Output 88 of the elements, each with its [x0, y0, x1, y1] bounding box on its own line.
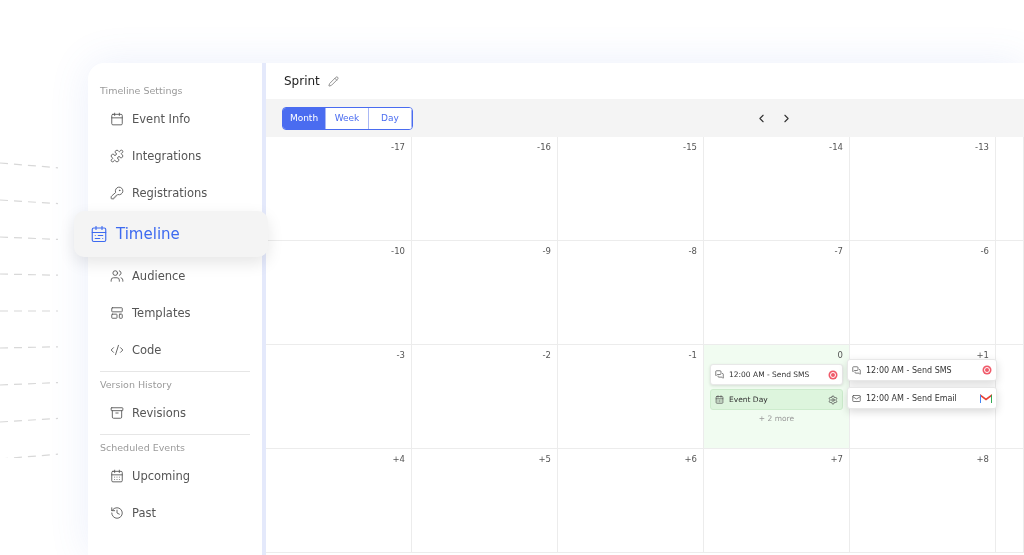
day-number: -3	[396, 350, 405, 360]
sidebar-item-label: Timeline	[116, 225, 180, 243]
day-number: -10	[391, 246, 405, 256]
day-cell[interactable]: -8	[558, 241, 704, 345]
day-number: -17	[391, 142, 405, 152]
edit-icon[interactable]	[327, 75, 339, 87]
day-cell[interactable]: -3	[266, 345, 412, 449]
section-title: Timeline Settings	[100, 85, 184, 96]
target-icon	[828, 369, 838, 380]
day-number: -8	[688, 246, 697, 256]
view-tab[interactable]: Day	[369, 107, 412, 129]
day-cell[interactable]: -13	[850, 137, 996, 241]
day-number: -1	[688, 350, 697, 360]
event-chip[interactable]: 12:00 AM - Send SMS	[847, 359, 997, 381]
sidebar-item-label: Upcoming	[132, 468, 191, 483]
sidebar-item-label: Registrations	[132, 185, 208, 200]
day-cell[interactable]: -9	[412, 241, 558, 345]
view-tab[interactable]: Week	[326, 107, 369, 129]
sidebar-item-label: Audience	[132, 268, 186, 283]
sidebar-item[interactable]: Audience	[100, 257, 250, 294]
archive-icon	[110, 405, 124, 420]
sidebar-item-label: Event Info	[132, 111, 191, 126]
day-cell[interactable]: -6	[850, 241, 996, 345]
day-number: -2	[542, 350, 551, 360]
settings-icon[interactable]	[828, 394, 838, 405]
day-number: -7	[834, 246, 843, 256]
day-number: -16	[537, 142, 551, 152]
day-cell[interactable]: +7	[704, 449, 850, 553]
day-number: +5	[538, 454, 551, 464]
day-cell[interactable]: -15	[558, 137, 704, 241]
chat-icon	[715, 370, 724, 379]
sidebar-item[interactable]: Past	[100, 494, 250, 531]
day-number: -9	[542, 246, 551, 256]
day-cell[interactable]: +6	[558, 449, 704, 553]
calendar-icon	[90, 225, 108, 243]
day-number: -15	[683, 142, 697, 152]
day-number: -6	[980, 246, 989, 256]
sidebar-item-label: Integrations	[132, 148, 202, 163]
calendar-icon	[110, 468, 124, 483]
sidebar-item[interactable]: Templates	[100, 294, 250, 331]
sidebar-item-label: Past	[132, 505, 156, 520]
key-icon	[110, 185, 124, 200]
sidebar-item[interactable]: Upcoming	[100, 457, 250, 494]
day-cell[interactable]: +1 12:00 AM - Send SMS 12:00 AM - Send Email	[850, 345, 996, 449]
day-number: +8	[976, 454, 989, 464]
sidebar-item[interactable]: Registrations	[100, 174, 250, 211]
day-cell[interactable]: +5	[412, 449, 558, 553]
day-number: +4	[392, 454, 405, 464]
sidebar-item-label: Code	[132, 342, 162, 357]
users-icon	[110, 268, 124, 283]
page-title: Sprint	[284, 74, 320, 88]
sidebar-item[interactable]: Code	[100, 331, 250, 368]
section-title: Scheduled Events	[100, 442, 186, 453]
code-icon	[110, 342, 124, 357]
day-cell[interactable]	[996, 345, 1024, 449]
sidebar-item-label: Templates	[132, 305, 191, 320]
sidebar-item-label: Revisions	[132, 405, 187, 420]
sidebar-item[interactable]: Integrations	[100, 137, 250, 174]
day-cell[interactable]: +4	[266, 449, 412, 553]
sidebar-item[interactable]: Event Info	[100, 100, 250, 137]
history-icon	[110, 505, 124, 520]
day-number: -13	[975, 142, 989, 152]
day-cell[interactable]: +8	[850, 449, 996, 553]
event-chip[interactable]: 12:00 AM - Send Email	[847, 387, 997, 409]
calendar-icon	[715, 395, 724, 404]
day-cell[interactable]: -16	[412, 137, 558, 241]
day-number: -14	[829, 142, 843, 152]
day-cell[interactable]: -10	[266, 241, 412, 345]
template-icon	[110, 305, 124, 320]
day-number: +1	[976, 350, 989, 360]
section-title: Version History	[100, 379, 173, 390]
puzzle-icon	[110, 148, 124, 163]
day-cell[interactable]: -1	[558, 345, 704, 449]
day-cell[interactable]: -14	[704, 137, 850, 241]
sidebar-item[interactable]: Timeline	[74, 211, 268, 257]
mail-logo-icon	[980, 393, 992, 403]
calendar-icon	[110, 111, 124, 126]
day-number: 0	[837, 350, 843, 360]
chat-icon	[852, 365, 861, 375]
sidebar-item[interactable]: Revisions	[100, 394, 250, 431]
day-cell[interactable]: -2	[412, 345, 558, 449]
mail-icon	[852, 393, 861, 403]
day-cell[interactable]: -7	[704, 241, 850, 345]
target-icon	[982, 365, 992, 375]
view-tab[interactable]: Month	[283, 107, 326, 129]
day-cell[interactable]: -17	[266, 137, 412, 241]
day-number: +7	[830, 454, 843, 464]
day-number: +6	[684, 454, 697, 464]
